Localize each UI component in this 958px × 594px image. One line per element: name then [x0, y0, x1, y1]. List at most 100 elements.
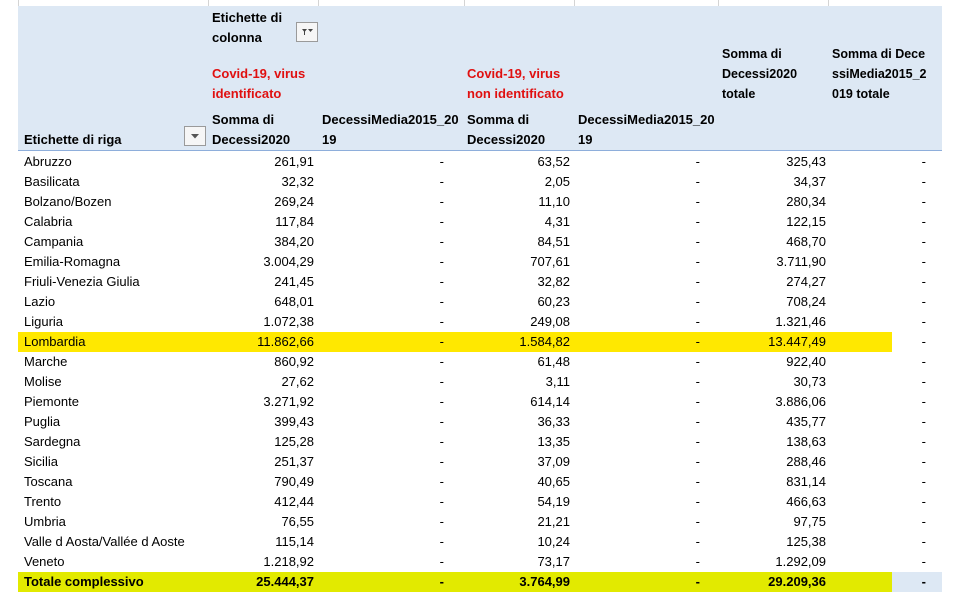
cell-m1: -: [439, 434, 444, 449]
cell-t: 831,14: [786, 474, 826, 489]
cell-t: 274,27: [786, 274, 826, 289]
cell-v2: 36,33: [537, 414, 570, 429]
cell-v2: 60,23: [537, 294, 570, 309]
pivot-header: Etichette di colonna Covid-19, virus ide…: [18, 6, 942, 151]
table-row[interactable]: Liguria 1.072,38 - 249,08 - 1.321,46 -: [18, 312, 942, 332]
cell-v2: 3,11: [545, 374, 570, 389]
header-media-2: DecessiMedia2015_2019: [578, 112, 715, 147]
table-row[interactable]: Lazio 648,01 - 60,23 - 708,24 -: [18, 292, 942, 312]
chevron-down-icon: [191, 134, 199, 139]
cell-m2: -: [695, 434, 700, 449]
cell-tm: -: [921, 434, 926, 449]
cell-v2: 73,17: [537, 554, 570, 569]
cell-m1: -: [439, 334, 444, 349]
total-tm: -: [921, 574, 926, 589]
row-label: Sardegna: [24, 434, 81, 449]
cell-v1: 384,20: [274, 234, 314, 249]
cell-v1: 241,45: [274, 274, 314, 289]
cell-v2: 13,35: [537, 434, 570, 449]
table-row[interactable]: Trento 412,44 - 54,19 - 466,63 -: [18, 492, 942, 512]
cell-v1: 269,24: [274, 194, 314, 209]
cell-tm: -: [921, 254, 926, 269]
cell-m1: -: [439, 214, 444, 229]
cell-tm: -: [921, 174, 926, 189]
cell-tm: -: [921, 354, 926, 369]
cell-v2: 54,19: [537, 494, 570, 509]
total-t: 29.209,36: [768, 574, 826, 589]
table-row[interactable]: Basilicata 32,32 - 2,05 - 34,37 -: [18, 172, 942, 192]
cell-v1: 261,91: [274, 154, 314, 169]
group-header-identified: Covid-19, virus identificato: [212, 66, 306, 101]
grand-total-row[interactable]: Totale complessivo 25.444,37 - 3.764,99 …: [18, 572, 942, 592]
header-total-sum: Somma di Decessi2020 totale: [722, 47, 798, 101]
table-row[interactable]: Emilia-Romagna 3.004,29 - 707,61 - 3.711,90 -: [18, 252, 942, 272]
column-labels-caption: Etichette di colonna: [212, 10, 283, 45]
row-label: Lombardia: [24, 334, 86, 349]
header-sum2020-1: Somma di Decessi2020: [212, 112, 291, 147]
cell-m1: -: [439, 534, 444, 549]
table-row[interactable]: Valle d Aosta/Vallée d Aoste 115,14 - 10,24…: [18, 532, 942, 552]
cell-tm: -: [921, 194, 926, 209]
cell-m1: -: [439, 234, 444, 249]
row-label: Bolzano/Bozen: [24, 194, 112, 209]
cell-v1: 11.862,66: [257, 334, 314, 349]
row-filter-button[interactable]: [184, 126, 206, 146]
cell-t: 708,24: [786, 294, 826, 309]
total-label: Totale complessivo: [24, 574, 144, 589]
table-row[interactable]: Bolzano/Bozen 269,24 - 11,10 - 280,34 -: [18, 192, 942, 212]
cell-tm: -: [921, 154, 926, 169]
cell-v1: 76,55: [281, 514, 314, 529]
cell-v2: 21,21: [537, 514, 570, 529]
table-row[interactable]: Toscana 790,49 - 40,65 - 831,14 -: [18, 472, 942, 492]
cell-m2: -: [695, 474, 700, 489]
cell-m2: -: [695, 454, 700, 469]
table-row[interactable]: Lombardia 11.862,66 - 1.584,82 - 13.447,49 -: [18, 332, 942, 352]
cell-m1: -: [439, 294, 444, 309]
cell-tm: -: [921, 274, 926, 289]
cell-m2: -: [695, 214, 700, 229]
cell-t: 97,75: [793, 514, 826, 529]
cell-v1: 860,92: [274, 354, 314, 369]
table-row[interactable]: Sicilia 251,37 - 37,09 - 288,46 -: [18, 452, 942, 472]
table-row[interactable]: Umbria 76,55 - 21,21 - 97,75 -: [18, 512, 942, 532]
cell-m1: -: [439, 154, 444, 169]
total-m2: -: [695, 574, 700, 589]
cell-t: 138,63: [786, 434, 826, 449]
cell-v2: 11,10: [538, 194, 570, 209]
row-label: Calabria: [24, 214, 73, 229]
cell-m1: -: [439, 374, 444, 389]
cell-m1: -: [439, 474, 444, 489]
table-row[interactable]: Campania 384,20 - 84,51 - 468,70 -: [18, 232, 942, 252]
cell-m2: -: [695, 534, 700, 549]
table-row[interactable]: Calabria 117,84 - 4,31 - 122,15 -: [18, 212, 942, 232]
table-row[interactable]: Piemonte 3.271,92 - 614,14 - 3.886,06 -: [18, 392, 942, 412]
total-v1: 25.444,37: [256, 574, 314, 589]
cell-m2: -: [695, 334, 700, 349]
table-row[interactable]: Abruzzo 261,91 - 63,52 - 325,43 -: [18, 152, 942, 172]
table-row[interactable]: Friuli-Venezia Giulia 241,45 - 32,82 - 274,27…: [18, 272, 942, 292]
cell-m1: -: [439, 514, 444, 529]
row-label: Sicilia: [24, 454, 58, 469]
cell-m2: -: [695, 494, 700, 509]
table-row[interactable]: Sardegna 125,28 - 13,35 - 138,63 -: [18, 432, 942, 452]
cell-m1: -: [439, 394, 444, 409]
table-row[interactable]: Veneto 1.218,92 - 73,17 - 1.292,09 -: [18, 552, 942, 572]
table-row[interactable]: Molise 27,62 - 3,11 - 30,73 -: [18, 372, 942, 392]
cell-v1: 251,37: [274, 454, 314, 469]
cell-m1: -: [439, 554, 444, 569]
cell-v1: 115,14: [275, 534, 314, 549]
table-row[interactable]: Marche 860,92 - 61,48 - 922,40 -: [18, 352, 942, 372]
column-filter-button[interactable]: [296, 22, 318, 42]
row-label: Toscana: [24, 474, 73, 489]
cell-t: 13.447,49: [768, 334, 826, 349]
table-row[interactable]: Puglia 399,43 - 36,33 - 435,77 -: [18, 412, 942, 432]
cell-tm: -: [921, 494, 926, 509]
cell-m1: -: [439, 414, 444, 429]
row-label: Lazio: [24, 294, 56, 309]
cell-v1: 1.218,92: [263, 554, 314, 569]
cell-m1: -: [439, 194, 444, 209]
total-m1: -: [439, 574, 444, 589]
cell-m1: -: [439, 274, 444, 289]
cell-t: 922,40: [786, 354, 826, 369]
cell-v2: 32,82: [537, 274, 570, 289]
